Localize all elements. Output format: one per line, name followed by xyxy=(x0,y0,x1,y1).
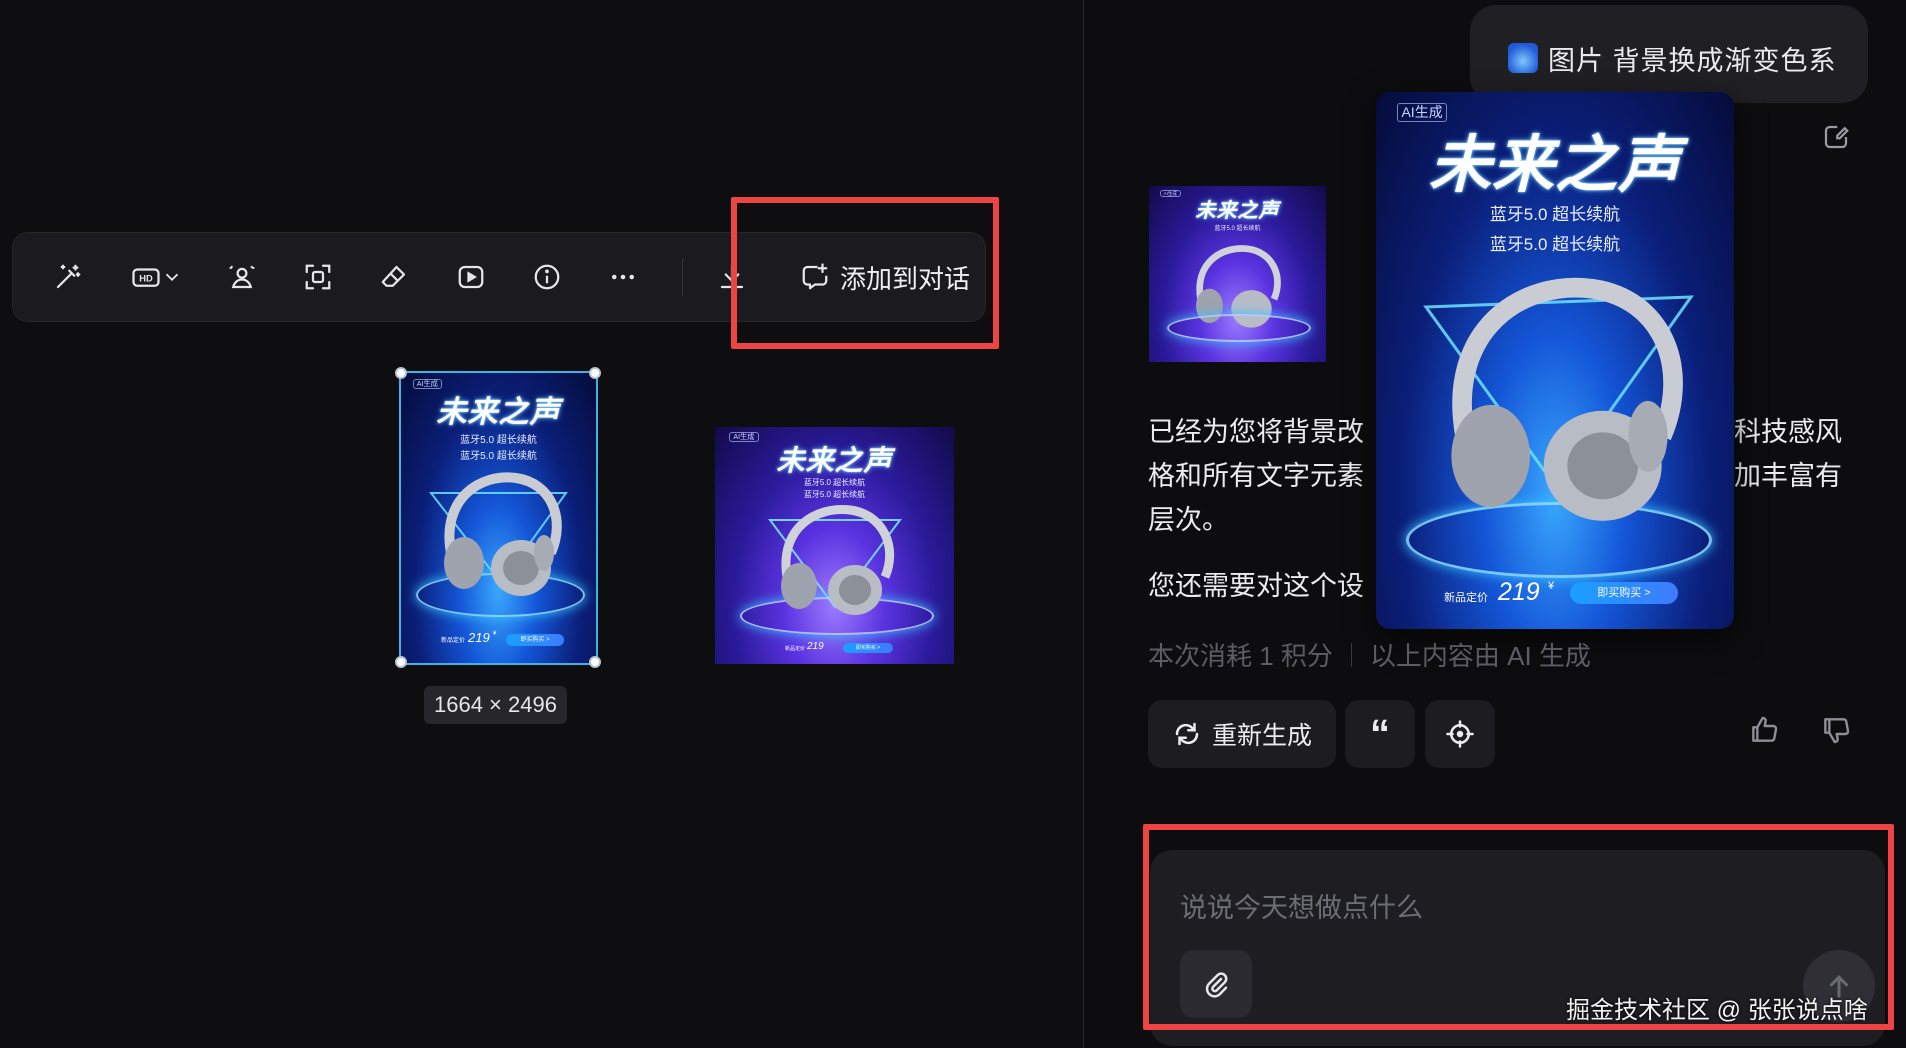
edit-message-icon[interactable] xyxy=(1821,122,1851,152)
hd-button[interactable]: HD xyxy=(117,254,197,300)
user-message-text: 图片 背景换成渐变色系 xyxy=(1548,46,1837,76)
headphone-image-2 xyxy=(781,505,895,615)
magic-wand-icon xyxy=(56,264,81,289)
resize-handle-tr[interactable] xyxy=(589,367,601,379)
play-video-icon xyxy=(458,265,484,289)
price-currency: ¥ xyxy=(493,631,497,637)
watermark: 掘金技术社区 @ 张张说点啥 xyxy=(1566,997,1868,1024)
resize-handle-tl[interactable] xyxy=(395,367,407,379)
quote-button[interactable]: “ xyxy=(1345,700,1415,768)
headphone-image xyxy=(444,472,562,596)
reply-line-2: 格和所有文字元素 xyxy=(1148,461,1364,491)
buy-button-2: 即买购买 > xyxy=(843,643,893,653)
price-label-4: 新品定价 xyxy=(1444,592,1488,604)
meta-separator xyxy=(1350,642,1352,667)
price-value-4: 219 xyxy=(1498,578,1540,606)
poster-title-4: 未来之声 xyxy=(1428,131,1681,200)
buy-button-4: 即买购买 > xyxy=(1570,582,1678,604)
price-label: 新品定价 xyxy=(441,638,466,644)
hover-preview-poster: AI生成 未来之声 蓝牙5.0 超长续航 蓝牙5.0 超长续航 新品定价 219… xyxy=(1376,92,1734,629)
reply-line-3: 层次。 xyxy=(1148,505,1229,535)
user-message-bubble: 图片 背景换成渐变色系 xyxy=(1470,5,1868,103)
chevron-down-icon xyxy=(165,273,179,282)
price-label-2: 新品定价 xyxy=(785,646,806,652)
info-icon xyxy=(534,264,560,290)
info-button[interactable] xyxy=(524,254,570,300)
poster-variant[interactable]: AI生成 未来之声 蓝牙5.0 超长续航 蓝牙5.0 超长续航 新品定价 219… xyxy=(715,427,954,664)
poster-subtitle-5: 蓝牙5.0 超长续航 xyxy=(1214,226,1261,232)
more-icon xyxy=(612,274,634,280)
buy-button: 即买购买 > xyxy=(506,634,564,646)
poster-subtitle-7: 蓝牙5.0 超长续航 xyxy=(1489,235,1621,254)
regenerate-icon xyxy=(1175,722,1199,746)
glow-ring-3 xyxy=(1167,314,1311,342)
reply-line-2-tail: 加丰富有 xyxy=(1734,461,1842,491)
eraser-icon xyxy=(381,265,406,287)
thumbs-down-icon[interactable] xyxy=(1820,714,1852,746)
image-dimensions: 1664 × 2496 xyxy=(424,686,567,724)
resize-handle-br[interactable] xyxy=(589,656,601,668)
attached-image-thumb[interactable] xyxy=(1508,43,1538,73)
poster-subtitle-1: 蓝牙5.0 超长续航 xyxy=(460,435,537,446)
cost-text: 本次消耗 1 积分 xyxy=(1148,641,1333,671)
poster-title-2: 未来之声 xyxy=(776,445,893,476)
more-button[interactable] xyxy=(600,254,646,300)
magic-wand-button[interactable] xyxy=(45,254,91,300)
hd-icon: HD xyxy=(132,268,160,287)
expand-button[interactable] xyxy=(295,254,341,300)
poster-subtitle-6: 蓝牙5.0 超长续航 xyxy=(1489,205,1621,224)
expand-frame-icon xyxy=(305,264,331,290)
locate-button[interactable] xyxy=(1425,700,1495,768)
reply-question: 您还需要对这个设 xyxy=(1148,571,1364,601)
resize-handle-bl[interactable] xyxy=(395,656,407,668)
cutout-button[interactable] xyxy=(219,254,265,300)
meta-info: 本次消耗 1 积分 以上内容由 AI 生成 xyxy=(1148,636,1591,673)
crosshair-icon xyxy=(1446,720,1474,748)
poster-subtitle-3: 蓝牙5.0 超长续航 xyxy=(803,478,866,487)
poster-selected[interactable]: AI生成 未来之声 蓝牙5.0 超长续航 蓝牙5.0 超长续航 新品定价 219… xyxy=(399,371,598,665)
price-currency-4: ¥ xyxy=(1548,580,1555,592)
highlight-add-to-chat xyxy=(731,197,999,349)
thumbs-up-icon[interactable] xyxy=(1748,714,1780,746)
person-cutout-icon xyxy=(229,265,255,289)
svg-text:HD: HD xyxy=(139,274,153,284)
eraser-button[interactable] xyxy=(371,254,417,300)
poster-subtitle-2: 蓝牙5.0 超长续航 xyxy=(460,451,537,462)
headphone-image-4 xyxy=(1451,277,1683,521)
poster-subtitle-4: 蓝牙5.0 超长续航 xyxy=(803,490,866,499)
poster-title: 未来之声 xyxy=(436,396,561,429)
poster-title-3: 未来之声 xyxy=(1195,200,1280,222)
ai-notice: 以上内容由 AI 生成 xyxy=(1369,641,1591,671)
toolbar-separator xyxy=(682,258,683,296)
chat-result-thumbnail[interactable]: AI生成 未来之声 蓝牙5.0 超长续航 xyxy=(1149,186,1326,362)
reply-line-1: 已经为您将背景改 xyxy=(1148,410,1364,454)
regenerate-label: 重新生成 xyxy=(1211,722,1312,750)
video-button[interactable] xyxy=(448,254,494,300)
quote-icon: “ xyxy=(1370,711,1390,756)
reply-line-1-start: 已经为您将背景改 xyxy=(1148,417,1364,447)
reply-line-1-tail: 科技感风 xyxy=(1734,417,1842,447)
price-value-2: 219 xyxy=(807,641,824,652)
regenerate-button[interactable]: 重新生成 xyxy=(1148,700,1336,768)
price-value: 219 xyxy=(468,630,490,645)
